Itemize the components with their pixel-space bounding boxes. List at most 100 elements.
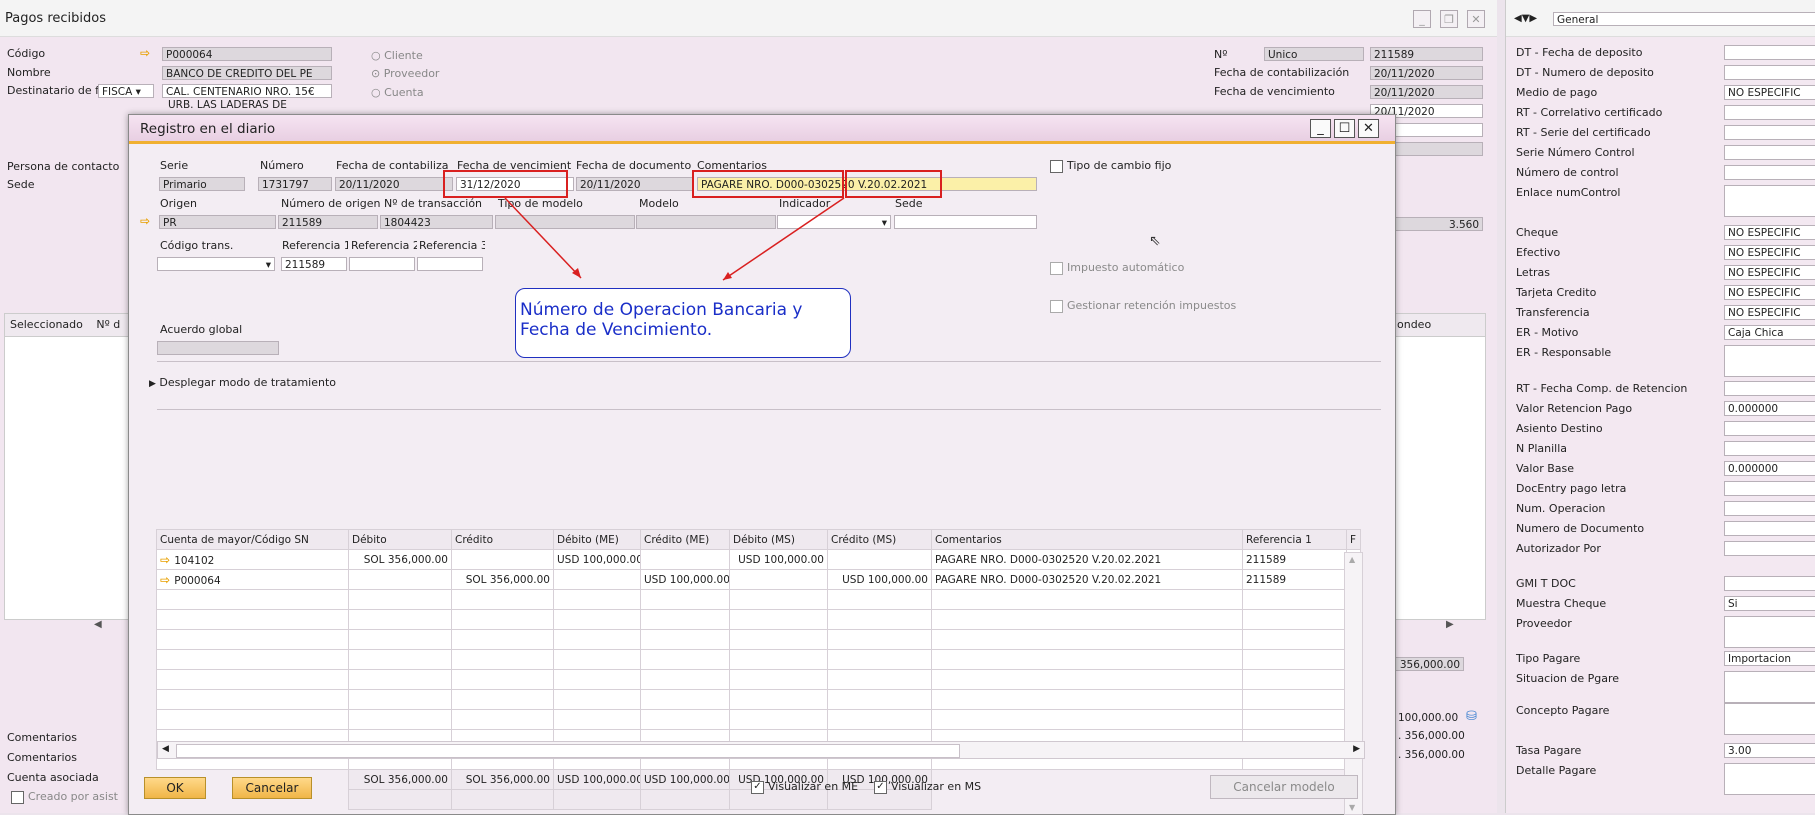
- minimize-icon[interactable]: _: [1413, 10, 1431, 28]
- grid-header[interactable]: Crédito (ME): [640, 529, 730, 550]
- table-cell[interactable]: [451, 549, 554, 570]
- grid-header[interactable]: Débito (MS): [729, 529, 828, 550]
- table-cell[interactable]: [156, 689, 349, 710]
- table-cell[interactable]: ⇨ P000064: [156, 569, 349, 590]
- field-value[interactable]: [1724, 381, 1815, 396]
- table-cell[interactable]: [729, 709, 828, 730]
- field-value[interactable]: NO ESPECIFIC: [1724, 265, 1815, 280]
- close-icon[interactable]: ✕: [1467, 10, 1485, 28]
- table-cell[interactable]: ⇨ 104102: [156, 549, 349, 570]
- acuerdo-global-field[interactable]: [157, 341, 279, 355]
- field-value[interactable]: [1724, 576, 1815, 591]
- table-cell[interactable]: [1242, 589, 1347, 610]
- table-cell[interactable]: [451, 669, 554, 690]
- table-cell[interactable]: [156, 589, 349, 610]
- table-cell[interactable]: [1242, 609, 1347, 630]
- table-cell[interactable]: [827, 609, 932, 630]
- field-value[interactable]: 3.00: [1724, 743, 1815, 758]
- nav-arrows-icon[interactable]: ◀▼▶: [1514, 13, 1537, 24]
- table-cell[interactable]: [1242, 669, 1347, 690]
- nombre-field[interactable]: BANCO DE CREDITO DEL PE: [162, 66, 332, 80]
- table-row[interactable]: ⇨ 104102 SOL 356,000.00 USD 100,000.00 USD …: [156, 549, 1361, 570]
- field-value[interactable]: [1724, 501, 1815, 516]
- table-cell[interactable]: [451, 689, 554, 710]
- table-cell[interactable]: [451, 709, 554, 730]
- table-cell[interactable]: USD 100,000.00: [553, 549, 641, 570]
- link-arrow-icon[interactable]: ⇨: [160, 573, 174, 587]
- field-value[interactable]: [1724, 616, 1815, 648]
- field-value[interactable]: Caja Chica: [1724, 325, 1815, 340]
- grid-horizontal-scrollbar[interactable]: ◀ ▶: [157, 741, 1365, 759]
- table-cell[interactable]: [1242, 629, 1347, 650]
- table-cell[interactable]: [553, 669, 641, 690]
- table-cell[interactable]: [156, 629, 349, 650]
- table-cell[interactable]: [553, 629, 641, 650]
- field-value[interactable]: [1724, 125, 1815, 140]
- field-value[interactable]: [1724, 345, 1815, 377]
- no-series-field[interactable]: Unico: [1264, 47, 1364, 61]
- table-cell[interactable]: [729, 669, 828, 690]
- field-value[interactable]: [1724, 763, 1815, 795]
- table-cell[interactable]: [348, 589, 452, 610]
- table-cell[interactable]: [729, 609, 828, 630]
- grid-header[interactable]: Crédito: [451, 529, 554, 550]
- field-value[interactable]: [1724, 421, 1815, 436]
- table-cell[interactable]: [348, 709, 452, 730]
- visualizar-me-checkbox[interactable]: ✓ Visualizar en ME: [751, 780, 858, 794]
- scroll-up-icon[interactable]: ▲: [1349, 555, 1355, 564]
- table-cell[interactable]: [348, 609, 452, 630]
- table-cell[interactable]: [931, 649, 1243, 670]
- desplegar-toggle[interactable]: ▶ Desplegar modo de tratamiento: [149, 376, 336, 391]
- table-row[interactable]: [156, 709, 1361, 730]
- field-value[interactable]: [1724, 541, 1815, 556]
- table-cell[interactable]: [640, 649, 730, 670]
- table-row[interactable]: [156, 669, 1361, 690]
- field-value[interactable]: [1724, 481, 1815, 496]
- table-cell[interactable]: [827, 629, 932, 650]
- grid-header[interactable]: Crédito (MS): [827, 529, 932, 550]
- field-value[interactable]: 0.000000: [1724, 461, 1815, 476]
- table-cell[interactable]: [827, 709, 932, 730]
- field-value[interactable]: [1724, 521, 1815, 536]
- table-cell[interactable]: [640, 609, 730, 630]
- visualizar-ms-checkbox[interactable]: ✓ Visualizar en MS: [874, 780, 981, 794]
- table-cell[interactable]: [553, 709, 641, 730]
- table-cell[interactable]: [553, 649, 641, 670]
- ok-button[interactable]: OK: [144, 777, 206, 799]
- table-cell[interactable]: SOL 356,000.00: [348, 549, 452, 570]
- radio-cuenta[interactable]: ○ Cuenta: [371, 86, 424, 100]
- table-cell[interactable]: [729, 689, 828, 710]
- field-value[interactable]: NO ESPECIFIC: [1724, 305, 1815, 320]
- table-cell[interactable]: [553, 609, 641, 630]
- table-cell[interactable]: SOL 356,000.00: [451, 569, 554, 590]
- field-value[interactable]: Importacion: [1724, 651, 1815, 666]
- table-cell[interactable]: [348, 689, 452, 710]
- table-cell[interactable]: 211589: [1242, 569, 1347, 590]
- table-cell[interactable]: [640, 549, 730, 570]
- table-cell[interactable]: [553, 689, 641, 710]
- field-value[interactable]: NO ESPECIFIC: [1724, 285, 1815, 300]
- table-row[interactable]: [156, 689, 1361, 710]
- table-cell[interactable]: [827, 589, 932, 610]
- table-cell[interactable]: [451, 629, 554, 650]
- fecha-venc-field[interactable]: 20/11/2020: [1370, 85, 1483, 99]
- table-cell[interactable]: USD 100,000.00: [729, 549, 828, 570]
- scroll-right-icon[interactable]: ▶: [1446, 619, 1454, 630]
- table-cell[interactable]: [156, 709, 349, 730]
- coins-icon[interactable]: ⛁: [1466, 709, 1477, 724]
- table-cell[interactable]: [931, 629, 1243, 650]
- table-cell[interactable]: [827, 689, 932, 710]
- table-cell[interactable]: [553, 589, 641, 610]
- table-cell[interactable]: PAGARE NRO. D000-0302520 V.20.02.2021: [931, 569, 1243, 590]
- field-value[interactable]: [1724, 45, 1815, 60]
- table-cell[interactable]: [451, 609, 554, 630]
- scroll-left-icon[interactable]: ◀: [162, 744, 169, 754]
- table-cell[interactable]: [729, 629, 828, 650]
- table-row[interactable]: [156, 629, 1361, 650]
- fecha-contab-field[interactable]: 20/11/2020: [1370, 66, 1483, 80]
- table-cell[interactable]: [348, 649, 452, 670]
- field-value[interactable]: NO ESPECIFIC: [1724, 85, 1815, 100]
- table-cell[interactable]: [451, 649, 554, 670]
- radio-proveedor[interactable]: ⊙ Proveedor: [371, 67, 439, 81]
- table-cell[interactable]: [729, 649, 828, 670]
